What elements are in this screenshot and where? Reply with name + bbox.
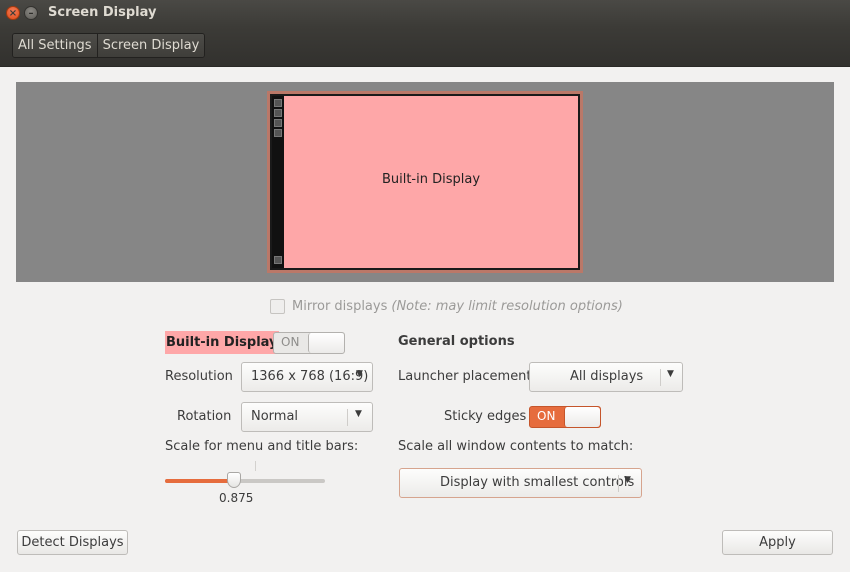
scale-slider-fill (165, 479, 234, 483)
rotation-dropdown[interactable]: Normal ▼ (241, 402, 373, 432)
close-icon[interactable]: × (6, 6, 20, 20)
monitor-preview[interactable]: Built-in Display (270, 94, 580, 270)
detect-displays-button[interactable]: Detect Displays (17, 530, 128, 555)
launcher-placement-dropdown[interactable]: All displays ▼ (529, 362, 683, 392)
dropdown-separator (347, 409, 348, 426)
mirror-displays-option: Mirror displays (Note: may limit resolut… (270, 297, 623, 315)
resolution-value: 1366 x 768 (16:9) (251, 369, 369, 384)
mirror-displays-note: (Note: may limit resolution options) (391, 298, 623, 314)
launcher-icon (274, 119, 282, 127)
chevron-down-icon: ▼ (356, 369, 363, 379)
scale-all-label: Scale all window contents to match: (398, 439, 634, 454)
switch-knob (564, 407, 600, 427)
window-title: Screen Display (48, 5, 157, 20)
display-switch-label: ON (281, 335, 300, 349)
resolution-label: Resolution (165, 369, 233, 384)
launcher-icon (274, 129, 282, 137)
breadcrumb-screen-display[interactable]: Screen Display (96, 34, 205, 57)
slider-default-mark (255, 461, 256, 471)
launcher-placement-value: All displays (570, 369, 644, 384)
mirror-displays-label: Mirror displays (292, 298, 388, 314)
scale-all-value: Display with smallest controls (440, 475, 635, 490)
launcher-icon (274, 256, 282, 264)
display-arrangement-area: Built-in Display (16, 82, 834, 282)
launcher-icon (274, 109, 282, 117)
title-bar: × – Screen Display (0, 0, 850, 27)
scale-value: 0.875 (219, 491, 254, 505)
resolution-dropdown[interactable]: 1366 x 768 (16:9) ▼ (241, 362, 373, 392)
scale-menu-label: Scale for menu and title bars: (165, 439, 359, 454)
dropdown-separator (618, 475, 619, 492)
sticky-switch-label: ON (537, 409, 556, 423)
monitor-label: Built-in Display (381, 172, 481, 187)
breadcrumb-all-settings[interactable]: All Settings (13, 34, 97, 57)
chevron-down-icon: ▼ (624, 475, 631, 485)
sticky-edges-label: Sticky edges (444, 409, 527, 424)
scale-slider-handle[interactable] (227, 472, 241, 488)
display-name: Built-in Display (165, 331, 279, 354)
chevron-down-icon: ▼ (355, 409, 362, 419)
switch-knob (308, 333, 344, 353)
general-options-heading: General options (398, 334, 515, 349)
scale-all-dropdown[interactable]: Display with smallest controls ▼ (399, 468, 642, 498)
apply-button[interactable]: Apply (722, 530, 833, 555)
chevron-down-icon: ▼ (667, 369, 674, 379)
display-on-switch[interactable]: ON (273, 332, 345, 354)
rotation-value: Normal (251, 409, 299, 424)
scale-slider[interactable] (165, 479, 325, 483)
breadcrumb: All Settings Screen Display (12, 33, 206, 58)
minimize-icon[interactable]: – (24, 6, 38, 20)
toolbar: All Settings Screen Display (0, 27, 850, 67)
dropdown-separator (660, 369, 661, 386)
sticky-edges-switch[interactable]: ON (529, 406, 601, 428)
launcher-icon (274, 99, 282, 107)
launcher-placement-label: Launcher placement (398, 369, 532, 384)
rotation-label: Rotation (177, 409, 232, 424)
mirror-displays-checkbox[interactable] (270, 298, 285, 314)
